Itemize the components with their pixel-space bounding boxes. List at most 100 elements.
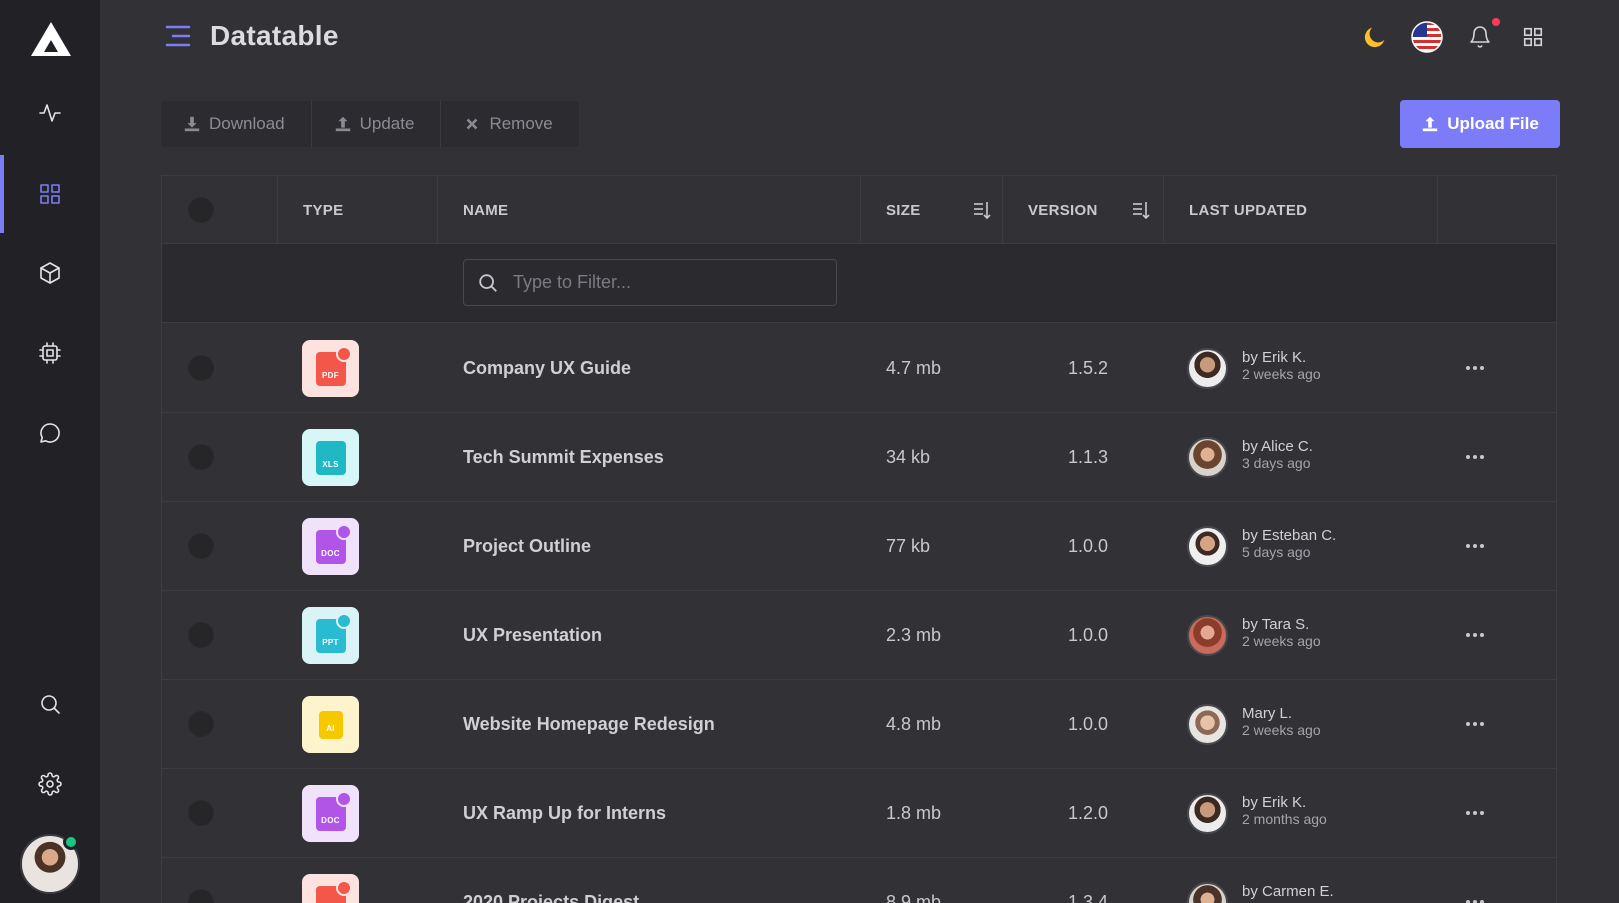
doc-file-icon: DOC [302, 518, 359, 575]
col-type: TYPE [278, 176, 438, 244]
col-size: SIZE [861, 176, 1003, 244]
avatar [1187, 882, 1228, 903]
xls-file-icon: XLS [302, 429, 359, 486]
data-table: TYPE NAME SIZE VERSION LAST UPDATED PDF … [161, 175, 1557, 903]
updated-time: 5 days ago [1242, 544, 1311, 560]
table-row[interactable]: PDF 2020 Projects Digest 8.9 mb 1.3.4 by… [162, 858, 1556, 903]
us-flag-icon [1411, 21, 1443, 53]
ai-file-icon: AI [302, 696, 359, 753]
updated-by: by Carmen E. [1242, 883, 1334, 900]
ppt-file-icon: PPT [302, 607, 359, 664]
sort-icon[interactable] [1131, 200, 1151, 220]
more-options-icon[interactable] [1462, 889, 1488, 903]
download-icon [184, 116, 200, 132]
file-name[interactable]: UX Ramp Up for Interns [463, 769, 666, 858]
more-options-icon[interactable] [1462, 355, 1488, 381]
file-version: 1.0.0 [1068, 714, 1109, 734]
file-name[interactable]: Company UX Guide [463, 324, 631, 413]
upload-icon [335, 116, 350, 132]
updated-time: 3 days ago [1242, 455, 1311, 471]
file-size: 77 kb [886, 536, 931, 556]
avatar [1187, 615, 1228, 656]
table-row[interactable]: DOC Project Outline 77 kb 1.0.0 by Esteb… [162, 502, 1556, 591]
theme-toggle[interactable] [1358, 20, 1392, 54]
sidebar [0, 0, 100, 903]
select-all-radio[interactable] [188, 197, 214, 223]
file-name[interactable]: Tech Summit Expenses [463, 413, 664, 502]
more-options-icon[interactable] [1462, 622, 1488, 648]
grid-icon [40, 184, 60, 204]
filter-box [463, 259, 837, 306]
col-version-label: VERSION [1028, 201, 1098, 219]
table-row[interactable]: XLS Tech Summit Expenses 34 kb 1.1.3 by … [162, 413, 1556, 502]
select-all-cell [162, 176, 278, 244]
bell-icon [1470, 26, 1490, 48]
logo-icon[interactable] [29, 20, 73, 58]
table-row[interactable]: DOC UX Ramp Up for Interns 1.8 mb 1.2.0 … [162, 769, 1556, 858]
file-version: 1.5.2 [1068, 358, 1109, 378]
row-select-radio[interactable] [188, 800, 214, 826]
nav-dashboard[interactable] [0, 155, 100, 233]
sort-icon[interactable] [972, 200, 992, 220]
filter-row [162, 244, 1556, 323]
remove-button[interactable]: Remove [441, 101, 578, 147]
updated-time: 2 weeks ago [1242, 633, 1321, 649]
more-options-icon[interactable] [1462, 533, 1488, 559]
avatar [1187, 793, 1228, 834]
upload-icon [1422, 116, 1438, 132]
nav-messages[interactable] [0, 394, 100, 472]
table-row[interactable]: PDF Company UX Guide 4.7 mb 1.5.2 by Eri… [162, 324, 1556, 413]
file-name[interactable]: Website Homepage Redesign [463, 680, 715, 769]
pdf-file-icon: PDF [302, 874, 359, 903]
remove-label: Remove [489, 114, 553, 133]
more-options-icon[interactable] [1462, 800, 1488, 826]
row-select-radio[interactable] [188, 533, 214, 559]
table-row[interactable]: PPT UX Presentation 2.3 mb 1.0.0 by Tara… [162, 591, 1556, 680]
col-size-label: SIZE [886, 201, 921, 219]
nav-search[interactable] [0, 665, 100, 743]
col-name: NAME [438, 176, 861, 244]
cpu-icon [39, 342, 61, 364]
file-version: 1.2.0 [1068, 803, 1109, 823]
nav-products[interactable] [0, 234, 100, 312]
updated-by: by Tara S. [1242, 616, 1310, 633]
nav-components[interactable] [0, 314, 100, 392]
avatar [1187, 526, 1228, 567]
file-name[interactable]: UX Presentation [463, 591, 602, 680]
update-label: Update [359, 114, 415, 133]
notifications-button[interactable] [1463, 20, 1497, 54]
table-row[interactable]: AI Website Homepage Redesign 4.8 mb 1.0.… [162, 680, 1556, 769]
action-button-group: Download Update Remove [161, 101, 579, 147]
file-name[interactable]: Project Outline [463, 502, 591, 591]
row-select-radio[interactable] [188, 355, 214, 381]
col-version: VERSION [1003, 176, 1164, 244]
nav-settings[interactable] [0, 745, 100, 823]
search-icon [479, 273, 497, 292]
upload-file-button[interactable]: Upload File [1400, 100, 1560, 148]
updated-by: by Erik K. [1242, 794, 1307, 811]
updated-by: Mary L. [1242, 705, 1293, 722]
notification-dot [1492, 18, 1500, 26]
row-select-radio[interactable] [188, 711, 214, 737]
apps-button[interactable] [1516, 20, 1550, 54]
file-size: 1.8 mb [886, 803, 942, 823]
download-button[interactable]: Download [161, 101, 312, 147]
update-button[interactable]: Update [312, 101, 442, 147]
menu-icon[interactable] [165, 24, 191, 48]
table-header: TYPE NAME SIZE VERSION LAST UPDATED [162, 176, 1556, 244]
row-select-radio[interactable] [188, 622, 214, 648]
language-selector[interactable] [1410, 20, 1444, 54]
more-options-icon[interactable] [1462, 444, 1488, 470]
col-last-updated: LAST UPDATED [1164, 176, 1438, 244]
more-options-icon[interactable] [1462, 711, 1488, 737]
file-name[interactable]: 2020 Projects Digest [463, 858, 639, 903]
avatar [1187, 437, 1228, 478]
chat-icon [40, 423, 60, 443]
download-label: Download [209, 114, 285, 133]
row-select-radio[interactable] [188, 444, 214, 470]
col-actions [1438, 176, 1558, 244]
nav-activity[interactable] [0, 74, 100, 152]
filter-input[interactable] [499, 260, 836, 305]
updated-by: by Erik K. [1242, 349, 1307, 366]
row-select-radio[interactable] [188, 889, 214, 903]
